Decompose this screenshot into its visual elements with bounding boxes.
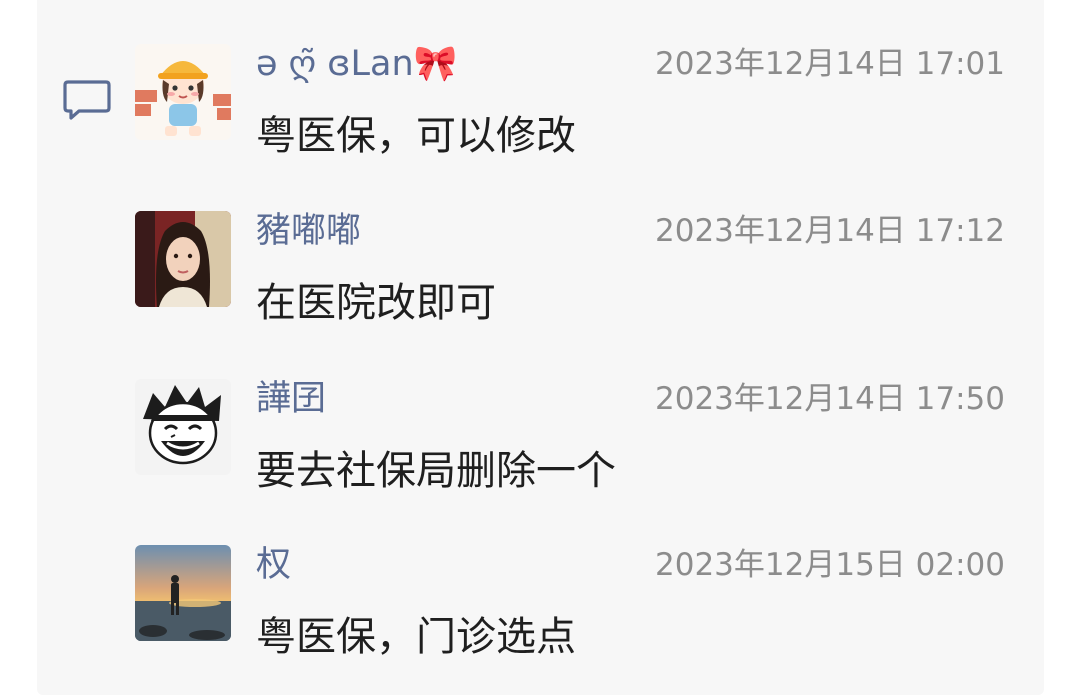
comment-timestamp: 2023年12月14日 17:01 (655, 46, 1005, 82)
comment-timestamp: 2023年12月14日 17:50 (655, 381, 1005, 417)
comment-author[interactable]: ə ღ̃ ɞLan🎀 (256, 44, 457, 84)
comment-author[interactable]: 譁囝 (256, 379, 326, 419)
comment-timestamp: 2023年12月15日 02:00 (655, 547, 1005, 583)
manga-laughing-boy-avatar[interactable] (135, 379, 231, 475)
comment-text: 粤医保，门诊选点 (256, 614, 576, 660)
comment-text: 粤医保，可以修改 (256, 113, 576, 159)
author-name: ə ღ̃ ɞLan (256, 44, 414, 84)
comment-author[interactable]: 豬嘟嘟 (256, 211, 361, 251)
bow-emoji: 🎀 (413, 44, 458, 84)
comment-text: 要去社保局删除一个 (256, 448, 616, 494)
comment-bubble-icon[interactable] (62, 79, 112, 121)
woman-photo-avatar[interactable] (135, 211, 231, 307)
comment-author[interactable]: 权 (256, 545, 291, 585)
cartoon-girl-hardhat-avatar[interactable] (135, 44, 231, 140)
sunset-beach-avatar[interactable] (135, 545, 231, 641)
comment-text: 在医院改即可 (256, 280, 496, 326)
comment-timestamp: 2023年12月14日 17:12 (655, 213, 1005, 249)
